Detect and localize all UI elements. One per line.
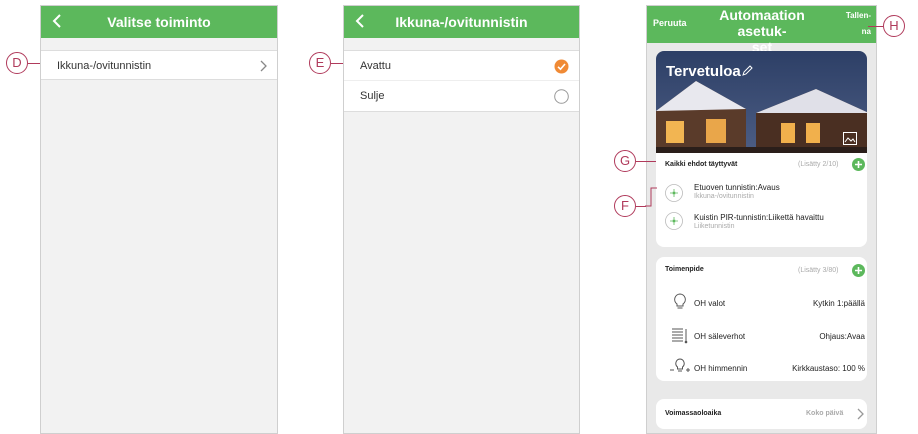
window-door-sensor-screen: Ikkuna-/ovitunnistin Avattu Sulje — [343, 5, 580, 434]
page-title: Valitse toiminto — [107, 14, 211, 30]
callout-f: F — [614, 195, 636, 217]
chevron-right-icon — [857, 408, 864, 420]
add-action-icon[interactable] — [852, 264, 865, 277]
validity-label: Voimassaoloaika — [665, 410, 722, 417]
actions-count: (Lisätty 3/80) — [798, 267, 839, 274]
page-title: Automaation asetuk- set — [697, 7, 827, 55]
dimmer-icon — [670, 358, 690, 372]
header-bar: Valitse toiminto — [41, 6, 277, 38]
checkmark-selected-icon[interactable] — [554, 59, 569, 74]
sensor-icon — [665, 212, 683, 230]
conditions-count: (Lisätty 2/10) — [798, 161, 839, 168]
callout-h: H — [883, 15, 905, 37]
callout-g: G — [614, 150, 636, 172]
condition-title: Kuistin PIR-tunnistin:Liikettä havaittu — [694, 213, 824, 222]
action-name: OH himmennin — [694, 364, 748, 373]
action-name: OH säleverhot — [694, 332, 746, 341]
automation-name: Tervetuloa — [666, 63, 741, 80]
automation-settings-screen: Peruuta Automaation asetuk- set Tallen- … — [646, 5, 877, 434]
image-icon[interactable] — [843, 132, 857, 145]
condition-title: Etuoven tunnistin:Avaus — [694, 183, 780, 192]
action-value: Kytkin 1:päällä — [812, 299, 865, 308]
validity-value: Koko päivä — [806, 410, 844, 417]
header-bar: Ikkuna-/ovitunnistin — [344, 6, 579, 38]
action-value: Ohjaus:Avaa — [819, 332, 865, 341]
actions-card: Toimenpide (Lisätty 3/80) OH valot Kytki… — [656, 257, 867, 381]
callout-f-bracket — [645, 187, 657, 207]
title-line-1: Automaation asetuk- — [719, 7, 805, 39]
callout-e-line — [331, 63, 343, 64]
list-item-label: Ikkuna-/ovitunnistin — [57, 60, 152, 72]
save-line-1: Tallen- — [845, 11, 871, 20]
cancel-button[interactable]: Peruuta — [653, 18, 687, 28]
header-bar: Peruuta Automaation asetuk- set Tallen- … — [647, 6, 876, 55]
action-value: Kirkkaustaso: 100 % — [792, 364, 865, 373]
condition-item[interactable]: Etuoven tunnistin:Avaus Ikkuna-/ovitunni… — [665, 181, 865, 207]
blinds-icon — [672, 328, 688, 344]
action-name: OH valot — [694, 299, 726, 308]
callout-e: E — [309, 52, 331, 74]
conditions-card: Kaikki ehdot täyttyvät (Lisätty 2/10) Et… — [656, 153, 867, 247]
save-button[interactable]: Tallen- na — [846, 8, 871, 40]
option-opened[interactable]: Avattu — [344, 50, 579, 81]
action-item[interactable]: OH säleverhot Ohjaus:Avaa — [665, 326, 869, 346]
pencil-icon[interactable] — [741, 65, 753, 77]
chevron-right-icon — [260, 60, 267, 72]
option-close[interactable]: Sulje — [344, 81, 579, 112]
option-label: Sulje — [360, 90, 385, 102]
callout-d: D — [6, 52, 28, 74]
add-condition-icon[interactable] — [852, 158, 865, 171]
option-label: Avattu — [360, 60, 391, 72]
callout-g-line — [636, 161, 656, 162]
sensor-icon — [665, 184, 683, 202]
callout-h-line — [868, 26, 883, 27]
actions-header: Toimenpide — [665, 266, 704, 273]
condition-subtitle: Liiketunnistin — [694, 223, 735, 230]
automation-cover-image[interactable]: Tervetuloa — [656, 51, 867, 159]
bulb-icon — [674, 293, 686, 309]
select-function-screen: Valitse toiminto Ikkuna-/ovitunnistin — [40, 5, 278, 434]
page-title: Ikkuna-/ovitunnistin — [395, 14, 528, 30]
callout-d-line — [28, 63, 40, 64]
conditions-header: Kaikki ehdot täyttyvät — [665, 161, 738, 168]
list-item-window-door-sensor[interactable]: Ikkuna-/ovitunnistin — [41, 50, 277, 80]
condition-item[interactable]: Kuistin PIR-tunnistin:Liikettä havaittu … — [665, 209, 865, 235]
radio-empty-icon[interactable] — [554, 89, 569, 104]
action-item[interactable]: OH himmennin Kirkkaustaso: 100 % — [665, 358, 869, 378]
condition-subtitle: Ikkuna-/ovitunnistin — [694, 193, 754, 200]
validity-period-row[interactable]: Voimassaoloaika Koko päivä — [656, 399, 867, 429]
action-item[interactable]: OH valot Kytkin 1:päällä — [665, 293, 869, 313]
